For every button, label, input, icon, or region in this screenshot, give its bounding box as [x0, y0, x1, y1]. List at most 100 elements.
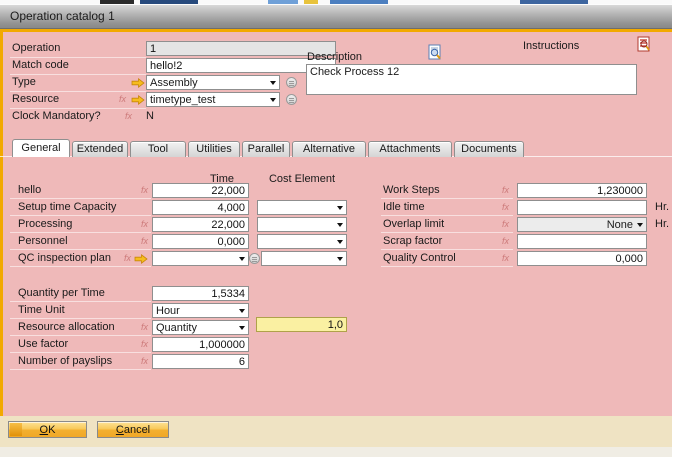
hello-label: hello [18, 184, 41, 197]
type-value: Assembly [150, 77, 266, 89]
row-divider [10, 57, 146, 58]
chevron-down-icon [337, 223, 343, 227]
row-divider [10, 249, 151, 250]
overlap-limit-value: None [521, 219, 633, 231]
time-unit-label: Time Unit [18, 304, 65, 317]
personnel-label: Personnel [18, 235, 68, 248]
overlap-limit-dropdown[interactable]: None [517, 217, 647, 232]
choose-from-list-icon[interactable] [286, 94, 297, 105]
row-divider [10, 91, 146, 92]
quality-control-field[interactable] [517, 251, 647, 266]
quality-control-label: Quality Control [383, 252, 456, 265]
qc-inspection-plan-dropdown[interactable] [152, 251, 249, 266]
row-divider [10, 215, 151, 216]
match-code-label: Match code [12, 59, 69, 72]
setup-time-capacity-label: Setup time Capacity [18, 201, 116, 214]
time-unit-value: Hour [156, 305, 235, 317]
chevron-down-icon [239, 309, 245, 313]
cost-element-column-header: Cost Element [257, 173, 347, 186]
link-arrow-icon[interactable] [134, 254, 148, 264]
row-divider [10, 335, 151, 336]
tab-documents[interactable]: Documents [454, 141, 524, 157]
fx-icon: fx [502, 219, 509, 230]
fx-icon: fx [124, 253, 131, 264]
row-divider [381, 215, 513, 216]
link-arrow-icon[interactable] [131, 78, 145, 88]
description-textarea[interactable]: Check Process 12 [306, 64, 637, 95]
tab-attachments[interactable]: Attachments [368, 141, 452, 157]
ok-button-label: OK [40, 424, 56, 436]
use-factor-label: Use factor [18, 338, 68, 351]
row-divider [10, 318, 151, 319]
qc-cost-element-dropdown[interactable] [261, 251, 347, 266]
tab-extended[interactable]: Extended [72, 141, 128, 157]
tab-bar: General Extended Tool Utilities Parallel… [12, 139, 524, 157]
tab-utilities[interactable]: Utilities [188, 141, 240, 157]
window-titlebar[interactable]: Operation catalog 1 [0, 4, 675, 29]
chevron-down-icon [337, 206, 343, 210]
chevron-down-icon [270, 81, 276, 85]
use-factor-field[interactable] [152, 337, 249, 352]
choose-from-list-icon[interactable] [286, 77, 297, 88]
chevron-down-icon [270, 98, 276, 102]
personnel-cost-element-dropdown[interactable] [257, 234, 347, 249]
idle-time-field[interactable] [517, 200, 647, 215]
number-of-payslips-field[interactable] [152, 354, 249, 369]
row-divider [10, 232, 151, 233]
ok-button[interactable]: OK [8, 421, 87, 438]
setup-time-field[interactable] [152, 200, 249, 215]
instructions-label: Instructions [523, 40, 579, 53]
scrap-factor-field[interactable] [517, 234, 647, 249]
personnel-time-field[interactable] [152, 234, 249, 249]
desktop-background-strip [0, 447, 675, 457]
resource-dropdown[interactable]: timetype_test [146, 92, 280, 107]
tab-parallel[interactable]: Parallel [242, 141, 290, 157]
operation-label: Operation [12, 42, 60, 55]
link-arrow-icon[interactable] [131, 95, 145, 105]
row-divider [381, 232, 513, 233]
row-divider [10, 74, 146, 75]
fx-icon: fx [141, 322, 148, 333]
processing-label: Processing [18, 218, 72, 231]
quantity-per-time-field[interactable] [152, 286, 249, 301]
processing-time-field[interactable] [152, 217, 249, 232]
fx-icon: fx [141, 356, 148, 367]
tab-alternative[interactable]: Alternative [292, 141, 366, 157]
resource-allocation-label: Resource allocation [18, 321, 115, 334]
fx-icon: fx [141, 185, 148, 196]
clock-mandatory-value: N [146, 110, 154, 123]
row-divider [10, 266, 151, 267]
cancel-button[interactable]: Cancel [97, 421, 169, 438]
chevron-down-icon [337, 240, 343, 244]
overlap-limit-label: Overlap limit [383, 218, 444, 231]
window-title: Operation catalog 1 [10, 5, 115, 28]
hello-time-field[interactable] [152, 183, 249, 198]
chevron-down-icon [239, 326, 245, 330]
row-divider [10, 301, 151, 302]
fx-icon: fx [502, 253, 509, 264]
row-divider [10, 198, 151, 199]
fx-icon: fx [141, 219, 148, 230]
operation-catalog-dialog: Operation catalog 1 Operation Match code… [0, 0, 675, 457]
fx-icon: fx [141, 339, 148, 350]
resource-label: Resource [12, 93, 59, 106]
fx-icon: fx [119, 94, 126, 105]
setup-cost-element-dropdown[interactable] [257, 200, 347, 215]
idle-time-unit-suffix: Hr. [655, 201, 669, 214]
quantity-per-time-label: Quantity per Time [18, 287, 105, 300]
tab-general[interactable]: General [12, 139, 70, 157]
resource-allocation-value: Quantity [156, 322, 235, 334]
choose-from-list-icon[interactable] [249, 253, 260, 264]
work-steps-field[interactable] [517, 183, 647, 198]
time-unit-dropdown[interactable]: Hour [152, 303, 249, 318]
type-dropdown[interactable]: Assembly [146, 75, 280, 90]
clock-mandatory-label: Clock Mandatory? [12, 110, 101, 123]
tab-tool[interactable]: Tool [130, 141, 186, 157]
description-preview-icon[interactable] [428, 44, 443, 64]
processing-cost-element-dropdown[interactable] [257, 217, 347, 232]
instructions-icon[interactable] [637, 36, 652, 56]
resource-allocation-quantity-field[interactable] [256, 317, 347, 332]
scrap-factor-label: Scrap factor [383, 235, 442, 248]
resource-allocation-dropdown[interactable]: Quantity [152, 320, 249, 335]
type-label: Type [12, 76, 36, 89]
